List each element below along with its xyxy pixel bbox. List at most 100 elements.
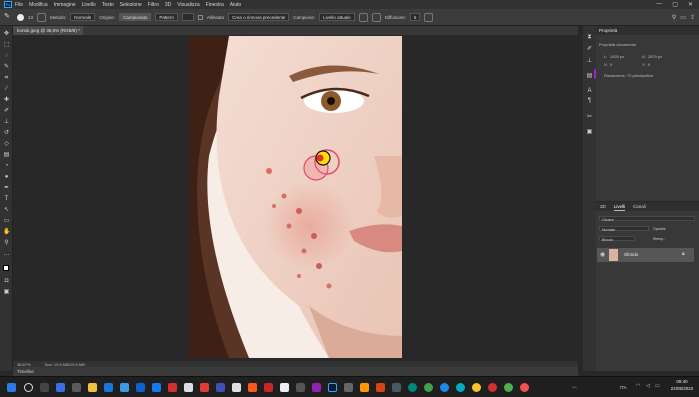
clone-stamp-tool-icon[interactable]: ⊥ xyxy=(3,119,10,126)
acrobat-icon[interactable] xyxy=(168,383,177,392)
brush-size-value[interactable]: 13 xyxy=(28,15,33,20)
timeline-panel-tab[interactable]: Timeline xyxy=(13,367,578,376)
menu-testo[interactable]: Testo xyxy=(102,2,114,8)
marquee-tool-icon[interactable]: ⬚ xyxy=(3,42,10,49)
menu-aiuto[interactable]: Aiuto xyxy=(230,2,241,8)
chrome-canary-icon[interactable] xyxy=(408,383,417,392)
workspace-icon[interactable]: ▭ xyxy=(680,14,686,21)
blend-mode-select[interactable]: Normale xyxy=(599,226,649,232)
app-yellow-icon[interactable] xyxy=(472,383,481,392)
photoshop-taskbar-icon[interactable] xyxy=(328,383,337,392)
brush-tool-icon[interactable]: ✐ xyxy=(3,108,10,115)
wifi-icon[interactable]: ◠ xyxy=(636,383,640,389)
layer-filter-select[interactable]: Genere xyxy=(599,216,695,222)
close-button[interactable]: ✕ xyxy=(688,1,693,8)
type-tool-icon[interactable]: T xyxy=(3,196,10,203)
quick-selection-tool-icon[interactable]: ✎ xyxy=(3,64,10,71)
task-view-icon[interactable] xyxy=(40,383,49,392)
width-value[interactable]: 1920 px xyxy=(610,54,624,59)
tab-layers[interactable]: Livelli xyxy=(613,202,626,211)
tools-presets-icon[interactable]: ✂ xyxy=(586,114,593,121)
menu-filtro[interactable]: Filtro xyxy=(148,2,159,8)
sample-select[interactable]: Livello attuale xyxy=(319,13,355,21)
visibility-eye-icon[interactable]: ◉ xyxy=(600,251,605,258)
chat-icon[interactable] xyxy=(72,383,81,392)
language-indicator[interactable]: ITA xyxy=(620,385,627,390)
menu-selezione[interactable]: Selezione xyxy=(120,2,142,8)
zoom-level[interactable]: 36,67% xyxy=(17,362,31,367)
shape-tool-icon[interactable]: ▭ xyxy=(3,218,10,225)
app-cyan-icon[interactable] xyxy=(456,383,465,392)
move-tool-icon[interactable]: ✥ xyxy=(3,31,10,38)
spot-healing-tool-icon[interactable]: ✎ xyxy=(4,13,13,22)
eyedropper-tool-icon[interactable]: ⁄ xyxy=(3,86,10,93)
maximize-button[interactable]: ▢ xyxy=(672,1,678,8)
lock-options[interactable]: Blocca: xyxy=(599,236,635,242)
widgets-icon[interactable] xyxy=(56,383,65,392)
eraser-tool-icon[interactable]: ◇ xyxy=(3,141,10,148)
app-orange-icon[interactable] xyxy=(248,383,257,392)
properties-tab[interactable]: Proprietà xyxy=(596,26,699,35)
app-rust-icon[interactable] xyxy=(376,383,385,392)
dodge-tool-icon[interactable]: ● xyxy=(3,174,10,181)
edge-icon[interactable] xyxy=(104,383,113,392)
libraries-panel-icon[interactable]: ▣ xyxy=(586,129,593,136)
app-darkred-icon[interactable] xyxy=(264,383,273,392)
opera-icon[interactable] xyxy=(488,383,497,392)
path-selection-tool-icon[interactable]: ↖ xyxy=(3,207,10,214)
pen-tool-icon[interactable]: ✒ xyxy=(3,185,10,192)
history-panel-icon[interactable]: ⧗ xyxy=(586,34,593,41)
app-purple-icon[interactable] xyxy=(312,383,321,392)
app-blue-icon[interactable] xyxy=(152,383,161,392)
brush-settings-panel-icon[interactable]: ✐ xyxy=(586,46,593,53)
layer-name[interactable]: Sfondo xyxy=(624,252,638,257)
ignore-adjustment-icon[interactable] xyxy=(358,12,368,22)
source-pattern-button[interactable]: Pattern xyxy=(155,13,178,21)
crop-tool-icon[interactable]: ⌗ xyxy=(3,75,10,82)
menu-file[interactable]: File xyxy=(15,2,23,8)
file-explorer-icon[interactable] xyxy=(88,383,97,392)
x-value[interactable]: 0 xyxy=(610,62,612,67)
menu-modifica[interactable]: Modifica xyxy=(29,2,48,8)
brush-preview-icon[interactable] xyxy=(17,13,24,21)
app-slate-icon[interactable] xyxy=(344,383,353,392)
y-value[interactable]: 0 xyxy=(648,62,650,67)
zoom-tool-icon[interactable]: ⚲ xyxy=(3,240,10,247)
pressure-icon[interactable] xyxy=(371,12,381,22)
app-light-icon[interactable] xyxy=(280,383,289,392)
tab-3d[interactable]: 3D xyxy=(600,202,606,211)
chrome-icon[interactable] xyxy=(504,383,513,392)
screen-mode-icon[interactable]: ▣ xyxy=(3,289,10,296)
tab-channels[interactable]: Canali xyxy=(633,202,646,211)
angle-icon[interactable] xyxy=(424,12,434,22)
mode-select[interactable]: Normale xyxy=(70,13,96,21)
mail-icon[interactable] xyxy=(136,383,145,392)
chrome-beta-icon[interactable] xyxy=(440,383,449,392)
source-sampled-button[interactable]: Campionato xyxy=(119,13,152,21)
app-steel-icon[interactable] xyxy=(392,383,401,392)
menu-livello[interactable]: Livello xyxy=(82,2,96,8)
aligned-checkbox[interactable] xyxy=(197,14,203,20)
character-panel-icon[interactable]: A xyxy=(586,88,593,95)
quick-mask-icon[interactable]: ◘ xyxy=(3,278,10,285)
properties-panel-icon[interactable]: ▤ xyxy=(586,73,593,80)
blur-tool-icon[interactable]: ◔ xyxy=(3,163,10,170)
vlc-icon[interactable] xyxy=(360,383,369,392)
menu-visualizza[interactable]: Visualizza xyxy=(177,2,199,8)
pattern-option-select[interactable]: Crea o rinnova precedente xyxy=(228,13,290,21)
menu-immagine[interactable]: Immagine xyxy=(54,2,76,8)
store-icon[interactable] xyxy=(120,383,129,392)
more-tools-icon[interactable]: … xyxy=(3,251,10,258)
tray-chevron-icon[interactable]: ︿ xyxy=(572,383,577,390)
document-tab[interactable]: bortok.jpeg @ 36,5% (RGB/8) * xyxy=(13,26,83,35)
start-icon[interactable] xyxy=(7,383,16,392)
photoshop-logo-icon[interactable]: Ps xyxy=(4,1,12,8)
app-red-icon[interactable] xyxy=(200,383,209,392)
notepad-icon[interactable] xyxy=(184,383,193,392)
gradient-tool-icon[interactable]: ▤ xyxy=(3,152,10,159)
pattern-picker[interactable] xyxy=(181,13,194,21)
menu-3d[interactable]: 3D xyxy=(165,2,171,8)
app-indigo-icon[interactable] xyxy=(216,383,225,392)
system-clock[interactable]: 09:40 22/05/2022 xyxy=(665,378,699,395)
menu-finestra[interactable]: Finestra xyxy=(206,2,224,8)
